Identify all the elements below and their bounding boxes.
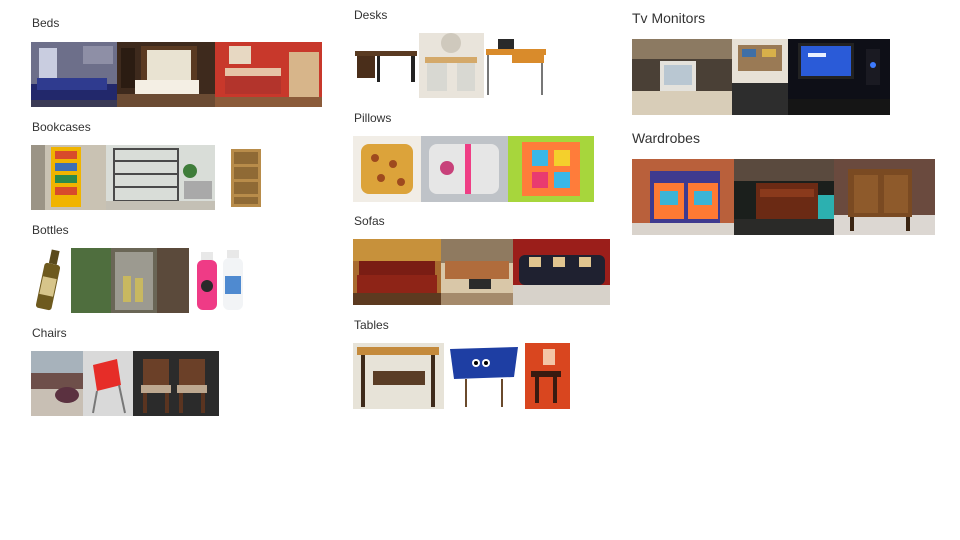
sofa-photo-2 (441, 239, 513, 305)
beds-photo-strip (31, 42, 322, 107)
category-label-sofas: Sofas (354, 214, 385, 228)
category-label-tables: Tables (354, 318, 389, 332)
sofa-photo-1 (353, 239, 441, 305)
bookcase-photo-3 (215, 145, 229, 210)
bed-photo-1 (31, 42, 117, 107)
desk-photo-1 (353, 33, 419, 98)
pillow-photo-1 (353, 136, 421, 202)
pillows-photo-strip (353, 136, 594, 202)
bookcase-photo-1 (31, 145, 106, 210)
bookcase-photo-2 (106, 145, 215, 210)
wardrobe-photo-2 (734, 159, 834, 235)
bed-photo-2 (117, 42, 215, 107)
tv-monitor-photo-3 (788, 39, 890, 115)
tv-monitor-photo-1 (632, 39, 732, 115)
table-photo-1 (353, 343, 444, 409)
category-label-wardrobes: Wardrobes (632, 130, 700, 146)
sofas-photo-strip (353, 239, 610, 305)
chair-photo-3 (133, 351, 219, 416)
category-label-bookcases: Bookcases (32, 120, 91, 134)
tv-monitors-photo-strip (632, 39, 890, 115)
bottle-photo-2 (71, 248, 189, 313)
table-photo-2 (444, 343, 525, 409)
chair-photo-1 (31, 351, 83, 416)
category-label-tv-monitors: Tv Monitors (632, 10, 706, 26)
pillow-photo-3 (508, 136, 594, 202)
category-label-chairs: Chairs (32, 326, 67, 340)
category-label-desks: Desks (354, 8, 388, 22)
chairs-photo-strip (31, 351, 219, 416)
bed-photo-3 (215, 42, 322, 107)
category-label-pillows: Pillows (354, 111, 392, 125)
tables-photo-strip (353, 343, 570, 409)
desk-photo-3 (484, 33, 549, 98)
category-label-beds: Beds (32, 16, 60, 30)
bottle-photo-1 (31, 248, 71, 313)
wardrobe-photo-1 (632, 159, 734, 235)
bottles-photo-strip (31, 248, 249, 313)
bottle-photo-3 (189, 248, 249, 313)
desks-photo-strip (353, 33, 549, 98)
desk-photo-2 (419, 33, 484, 98)
wardrobe-photo-3 (834, 159, 935, 235)
bookcase-photo-4 (229, 145, 264, 210)
chair-photo-2 (83, 351, 133, 416)
bookcases-photo-strip (31, 145, 264, 210)
sofa-photo-3 (513, 239, 610, 305)
category-label-bottles: Bottles (32, 223, 69, 237)
wardrobes-photo-strip (632, 159, 935, 235)
tv-monitor-photo-2 (732, 39, 788, 115)
table-photo-3 (525, 343, 570, 409)
pillow-photo-2 (421, 136, 508, 202)
